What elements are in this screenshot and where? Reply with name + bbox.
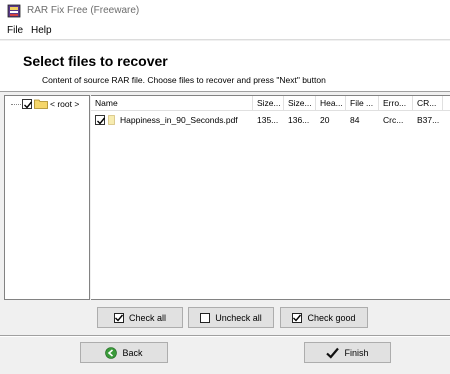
page-subtitle: Content of source RAR file. Choose files… (42, 75, 326, 85)
title-bar: RAR Fix Free (Freeware) (0, 0, 450, 22)
empty-box-icon (200, 312, 211, 323)
cell-header: 20 (320, 115, 330, 125)
page-title: Select files to recover (23, 53, 168, 69)
root-checkbox[interactable] (22, 99, 33, 109)
check-all-button[interactable]: Check all (97, 307, 183, 328)
footer-separator (0, 335, 450, 337)
folder-tree[interactable]: < root > (4, 95, 90, 300)
folder-icon (34, 99, 48, 109)
checkmark-icon (97, 117, 106, 125)
uncheck-all-button[interactable]: Uncheck all (188, 307, 274, 328)
checked-box-icon (292, 312, 303, 323)
column-file[interactable]: File ... (346, 96, 379, 111)
column-error[interactable]: Erro... (379, 96, 413, 111)
file-icon (108, 115, 115, 125)
back-button[interactable]: Back (80, 342, 168, 363)
row-checkbox[interactable] (95, 115, 106, 125)
checkmark-icon (24, 101, 33, 109)
rar-archive-icon (7, 4, 21, 18)
menu-bar: File Help (0, 22, 450, 40)
cell-error: Crc... (383, 115, 404, 125)
window-title: RAR Fix Free (Freeware) (27, 5, 140, 16)
check-good-label: Check good (307, 312, 356, 323)
column-size[interactable]: Size... (253, 96, 284, 111)
column-name[interactable]: Name (91, 96, 253, 111)
menu-file[interactable]: File (7, 25, 23, 36)
finish-check-icon (326, 347, 340, 359)
cell-crc: B37... (417, 115, 440, 125)
uncheck-all-label: Uncheck all (215, 312, 262, 323)
column-header[interactable]: Hea... (316, 96, 346, 111)
cell-size-packed: 136... (288, 115, 310, 125)
cell-name: Happiness_in_90_Seconds.pdf (120, 115, 238, 125)
checked-box-icon (113, 312, 124, 323)
back-label: Back (122, 347, 143, 358)
back-arrow-icon (105, 346, 118, 359)
check-all-label: Check all (128, 312, 166, 323)
finish-label: Finish (344, 347, 369, 358)
column-size-packed[interactable]: Size... (284, 96, 316, 111)
menu-help[interactable]: Help (31, 25, 52, 36)
finish-button[interactable]: Finish (304, 342, 391, 363)
table-row[interactable]: Happiness_in_90_Seconds.pdf 135... 136..… (91, 112, 450, 128)
cell-file: 84 (350, 115, 360, 125)
tree-root-label[interactable]: < root > (50, 99, 79, 109)
selection-toolbar: Check all Uncheck all Check good (91, 300, 450, 335)
check-good-button[interactable]: Check good (280, 307, 368, 328)
list-header: Name Size... Size... Hea... File ... Err… (91, 96, 450, 111)
file-list[interactable]: Name Size... Size... Hea... File ... Err… (91, 95, 450, 300)
wizard-header: Select files to recover Content of sourc… (0, 41, 450, 92)
column-crc[interactable]: CR... (413, 96, 443, 111)
cell-size: 135... (257, 115, 279, 125)
